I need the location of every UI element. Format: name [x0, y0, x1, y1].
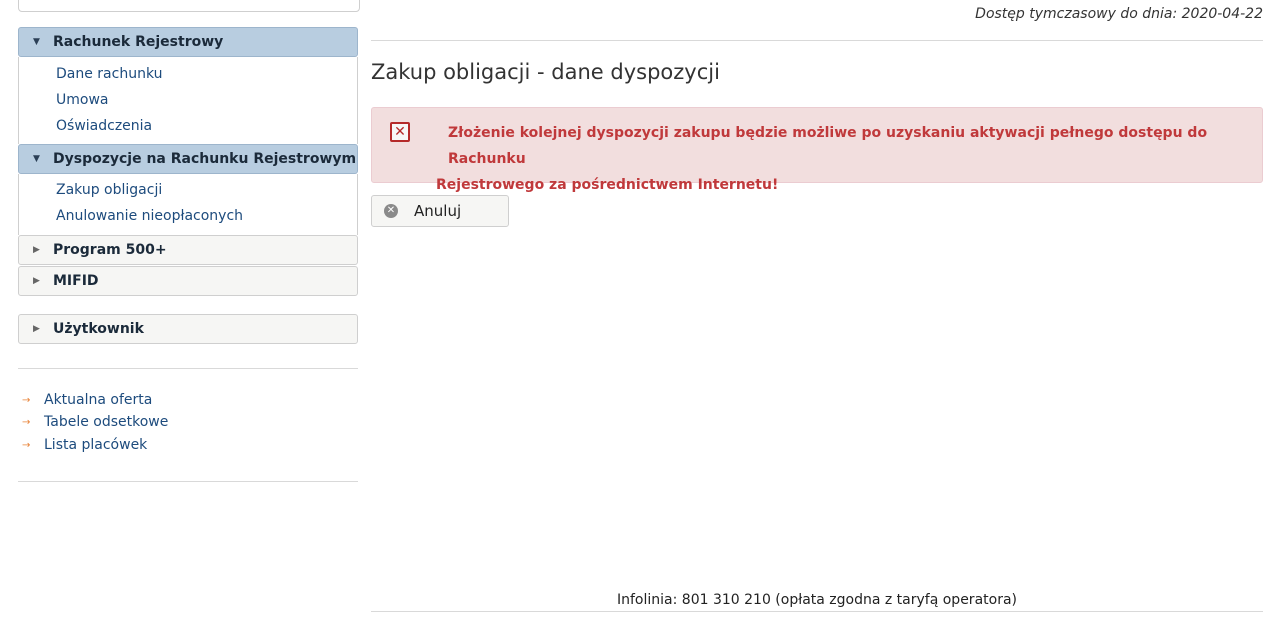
sidebar-divider: [18, 481, 358, 482]
accordion-uzytkownik[interactable]: ▶ Użytkownik: [18, 314, 358, 344]
triangle-down-icon: ▼: [33, 154, 40, 164]
alert-line-1: Złożenie kolejnej dyspozycji zakupu będz…: [448, 125, 1208, 167]
accordion-label: Program 500+: [53, 242, 167, 258]
arrow-right-icon: →: [22, 439, 31, 451]
accordion-label: Użytkownik: [53, 321, 144, 337]
close-circle-icon: ✕: [384, 204, 398, 218]
sidebar-link-oswiadczenia[interactable]: Oświadczenia: [56, 113, 357, 139]
footer-divider: [371, 611, 1263, 612]
accordion-label: Rachunek Rejestrowy: [53, 34, 224, 50]
alert-line-2: Rejestrowego za pośrednictwem Internetu!: [436, 177, 779, 193]
accordion-mifid[interactable]: ▶ MIFID: [18, 266, 358, 296]
accordion-label: MIFID: [53, 273, 99, 289]
link-lista-placowek[interactable]: → Lista placówek: [22, 437, 147, 453]
page-title: Zakup obligacji - dane dyspozycji: [371, 60, 720, 84]
triangle-right-icon: ▶: [33, 245, 40, 255]
error-x-icon: ✕: [390, 122, 410, 142]
accordion-rachunek-rejestrowy[interactable]: ▼ Rachunek Rejestrowy: [18, 27, 358, 57]
access-note: Dostęp tymczasowy do dnia: 2020-04-22: [975, 6, 1263, 22]
sidebar-top-box: [18, 0, 360, 12]
accordion-body-dyspozycje: Zakup obligacji Anulowanie nieopłaconych: [18, 174, 358, 235]
link-label: Tabele odsetkowe: [44, 414, 169, 430]
alert-message: Złożenie kolejnej dyspozycji zakupu będz…: [436, 120, 1236, 198]
accordion-dyspozycje[interactable]: ▼ Dyspozycje na Rachunku Rejestrowym: [18, 144, 358, 174]
arrow-right-icon: →: [22, 394, 31, 406]
cancel-label: Anuluj: [414, 202, 462, 220]
sidebar-link-dane-rachunku[interactable]: Dane rachunku: [56, 61, 357, 87]
triangle-right-icon: ▶: [33, 276, 40, 286]
sidebar-link-anulowanie[interactable]: Anulowanie nieopłaconych: [56, 203, 357, 229]
link-aktualna-oferta[interactable]: → Aktualna oferta: [22, 392, 152, 408]
accordion-program-500[interactable]: ▶ Program 500+: [18, 235, 358, 265]
cancel-button[interactable]: ✕ Anuluj: [371, 195, 509, 227]
accordion-label: Dyspozycje na Rachunku Rejestrowym: [53, 151, 357, 167]
triangle-down-icon: ▼: [33, 37, 40, 47]
sidebar-divider: [18, 368, 358, 369]
arrow-right-icon: →: [22, 416, 31, 428]
error-alert: ✕ Złożenie kolejnej dyspozycji zakupu bę…: [371, 107, 1263, 193]
triangle-right-icon: ▶: [33, 324, 40, 334]
accordion-body-rachunek: Dane rachunku Umowa Oświadczenia: [18, 57, 358, 144]
footer-infolinia: Infolinia: 801 310 210 (opłata zgodna z …: [617, 592, 1017, 608]
link-label: Aktualna oferta: [44, 392, 153, 408]
sidebar-link-zakup-obligacji[interactable]: Zakup obligacji: [56, 177, 357, 203]
sidebar-link-umowa[interactable]: Umowa: [56, 87, 357, 113]
link-label: Lista placówek: [44, 437, 148, 453]
link-tabele-odsetkowe[interactable]: → Tabele odsetkowe: [22, 414, 168, 430]
header-divider: [371, 40, 1263, 41]
